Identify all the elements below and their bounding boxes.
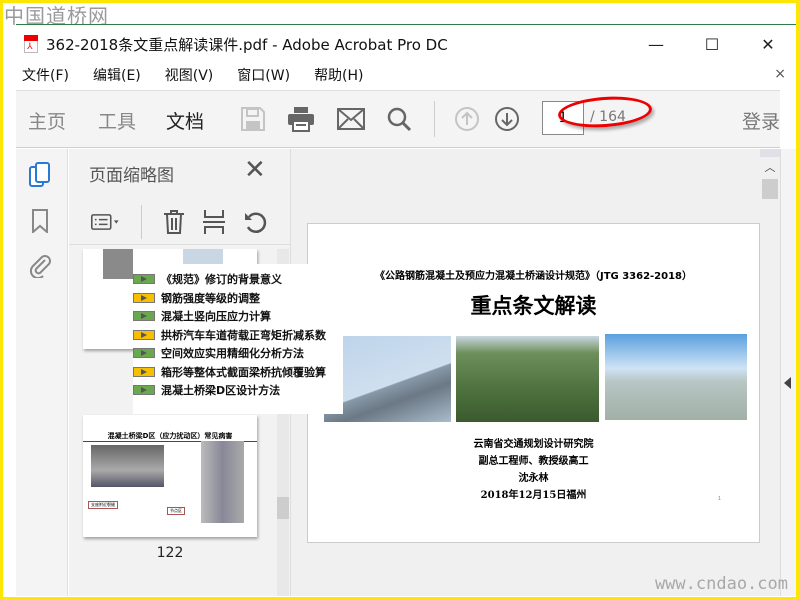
thumbnail-photo [91,445,164,487]
toolbar: 主页 工具 文档 1 / 164 登录 [16,90,780,148]
thumbnail-heading: 混凝土桥梁D区（应力扰动区）常见病害 [107,432,233,440]
panel-title: 页面缩略图 [89,166,174,186]
minimize-button[interactable]: — [628,28,684,60]
close-document-button[interactable]: × [774,66,786,82]
outline-item-text: 箱形等整体式截面梁桥抗倾覆验算 [161,365,326,379]
pdf-page: 《公路钢筋混凝土及预应力混凝土桥涵设计规范》（JTG 3362-2018） 重点… [307,223,760,543]
thumbnail-page-122[interactable]: 混凝土桥梁D区（应力扰动区）常见病害 支座附近裂缝 节点区 [83,415,257,537]
right-pane-toggle[interactable] [780,149,796,596]
bridge-photo [456,336,599,422]
thumbnail-page-label: 122 [156,545,184,561]
outline-overlay: 《规范》修订的背景意义 钢筋强度等级的调整 混凝土竖向压应力计算拱桥汽车车道荷载正弯… [133,264,343,414]
outline-item: 混凝土桥梁D区设计方法 [133,381,343,400]
divider [16,24,796,25]
scrollbar-thumb[interactable] [277,497,289,519]
tab-document[interactable]: 文档 [166,107,204,134]
tab-home[interactable]: 主页 [28,107,66,134]
bullet-icon [133,329,155,340]
outline-item: 箱形等整体式截面梁桥抗倾覆验算 [133,363,343,382]
outline-item-text: 空间效应实用精细化分析方法 [161,347,304,361]
previous-page-icon[interactable] [452,104,482,134]
title-bar: 362-2018条文重点解读课件.pdf - Adobe Acrobat Pro… [16,28,796,60]
delete-page-icon[interactable] [159,207,189,237]
close-panel-button[interactable]: ✕ [244,155,266,185]
page-subtitle: 《公路钢筋混凝土及预应力混凝土桥涵设计规范》（JTG 3362-2018） [374,271,693,282]
bullet-icon [133,366,155,377]
print-icon[interactable] [286,104,316,134]
bullet-icon [133,311,155,322]
options-menu-icon[interactable] [91,207,121,237]
bookmark-icon[interactable] [26,207,54,235]
bullet-icon [133,292,155,303]
bridge-photo [605,334,747,420]
rotate-page-icon[interactable] [241,207,271,237]
close-button[interactable]: ✕ [740,28,796,60]
menu-window[interactable]: 窗口(W) [237,65,290,85]
email-icon[interactable] [336,104,366,134]
organization: 云南省交通规划设计研究院 [473,439,594,450]
menu-file[interactable]: 文件(F) [22,65,69,85]
outline-item-text: 钢筋强度等级的调整 [161,291,260,305]
outline-item-text: 《规范》修订的背景意义 [161,273,282,287]
page-thumbnails-icon[interactable] [26,161,54,189]
watermark-bottom: www.cndao.com [654,574,788,594]
tab-tools[interactable]: 工具 [98,107,136,134]
window-title: 362-2018条文重点解读课件.pdf - Adobe Acrobat Pro… [46,35,448,54]
extract-page-icon[interactable] [199,207,229,237]
outline-item: 空间效应实用精细化分析方法 [133,344,343,363]
page-title: 重点条文解读 [470,294,597,318]
divider [141,205,142,239]
search-icon[interactable] [384,104,414,134]
author-name: 沈永林 [518,473,549,484]
save-icon[interactable] [238,104,268,134]
thumbnail-photo [201,441,244,523]
document-view: 《公路钢筋混凝土及预应力混凝土桥涵设计规范》（JTG 3362-2018） 重点… [291,149,760,596]
pdf-file-icon [24,35,38,53]
login-button[interactable]: 登录 [742,107,780,134]
thumbnail-label: 支座附近裂缝 [88,501,118,509]
date-location: 2018年12月15日福州 [480,490,587,501]
outline-item: 钢筋强度等级的调整 [133,289,343,308]
bullet-icon [133,385,155,396]
attachment-icon[interactable] [26,251,54,279]
bullet-icon [133,274,155,285]
bridge-photo [324,336,451,422]
author-role: 副总工程师、教授级高工 [478,456,589,467]
outline-item: 《规范》修订的背景意义 [133,270,343,289]
scroll-up-icon[interactable]: ︿ [760,159,780,177]
menu-help[interactable]: 帮助(H) [314,65,363,85]
next-page-icon[interactable] [492,104,522,134]
divider [434,101,435,137]
outline-item-text: 拱桥汽车车道荷载正弯矩折减系数 [161,328,326,342]
outline-item: 拱桥汽车车道荷载正弯矩折减系数 [133,326,343,345]
outline-item: 混凝土竖向压应力计算 [133,307,343,326]
outline-item-text: 混凝土竖向压应力计算 [161,310,271,324]
page-number: 1 [717,496,721,502]
menu-view[interactable]: 视图(V) [165,65,214,85]
maximize-button[interactable]: ☐ [684,28,740,60]
scrollbar-thumb[interactable] [762,179,778,199]
document-scrollbar[interactable]: ︿ [760,149,780,596]
bullet-icon [133,348,155,359]
panel-toolbar [69,199,290,245]
menu-edit[interactable]: 编辑(E) [93,65,141,85]
thumbnail-label: 节点区 [167,507,185,515]
highlight-ellipse [557,93,653,131]
menu-bar: 文件(F) 编辑(E) 视图(V) 窗口(W) 帮助(H) × [16,62,796,88]
navigation-rail [16,149,68,596]
outline-item-text: 混凝土桥梁D区设计方法 [161,384,281,398]
collapse-arrow-icon[interactable] [784,377,791,389]
